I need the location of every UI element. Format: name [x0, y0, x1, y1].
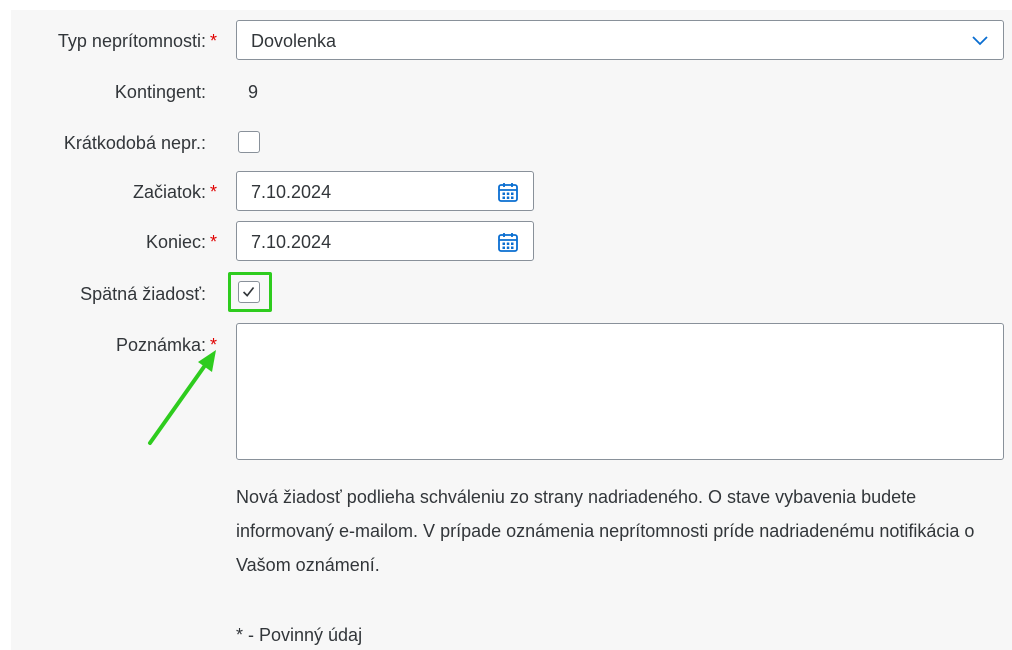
calendar-icon[interactable] [497, 231, 519, 253]
end-date-label: Koniec: [145, 232, 206, 252]
required-marker: * [210, 182, 218, 202]
required-marker: * [210, 31, 218, 51]
start-date-input[interactable]: 7.10.2024 [236, 171, 534, 211]
required-marker: * [210, 232, 218, 252]
end-date-input[interactable]: 7.10.2024 [236, 221, 534, 261]
end-date-value: 7.10.2024 [251, 232, 332, 252]
start-date-value: 7.10.2024 [251, 182, 332, 202]
absence-type-value: Dovolenka [251, 31, 337, 51]
retroactive-checkbox[interactable] [238, 281, 260, 303]
quota-value: 9 [248, 82, 259, 102]
annotation-arrow [148, 350, 216, 445]
calendar-icon[interactable] [497, 181, 519, 203]
quota-label: Kontingent: [114, 82, 206, 102]
info-text: Nová žiadosť podlieha schváleniu zo stra… [236, 487, 975, 575]
short-absence-label: Krátkodobá nepr.: [63, 133, 206, 153]
start-date-label: Začiatok: [132, 182, 206, 202]
checkmark-icon [242, 286, 255, 297]
absence-type-label: Typ neprítomnosti: [57, 31, 206, 51]
retroactive-label: Spätná žiadosť: [80, 284, 206, 304]
note-textarea[interactable] [236, 323, 1004, 460]
absence-type-select[interactable]: Dovolenka [236, 20, 1004, 60]
chevron-down-icon[interactable] [971, 35, 989, 47]
required-field-note: * - Povinný údaj [236, 625, 363, 645]
short-absence-checkbox[interactable] [238, 131, 260, 153]
